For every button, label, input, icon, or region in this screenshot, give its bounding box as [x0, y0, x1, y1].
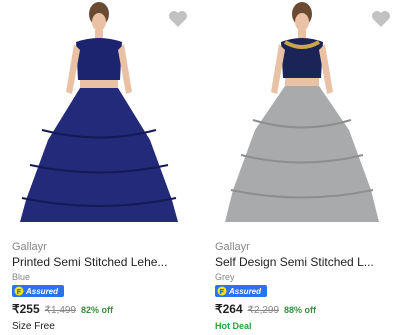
- size-info: Size Free: [12, 321, 55, 332]
- product-brand: Gallayr: [12, 241, 47, 253]
- price-row: ₹255 ₹1,499 82% off: [12, 302, 113, 316]
- product-card[interactable]: Gallayr Self Design Semi Stitched L... G…: [203, 0, 400, 335]
- product-variant: Blue: [12, 272, 31, 282]
- assured-badge: Assured: [215, 285, 267, 297]
- product-card[interactable]: Gallayr Printed Semi Stitched Lehe... Bl…: [0, 0, 200, 335]
- lehenga-blue-illustration: [20, 2, 178, 222]
- product-title[interactable]: Printed Semi Stitched Lehe...: [12, 255, 192, 269]
- lehenga-grey-illustration: [225, 2, 379, 222]
- product-image[interactable]: [203, 0, 400, 232]
- heart-icon[interactable]: [371, 10, 391, 28]
- selling-price: ₹255: [12, 302, 40, 316]
- assured-badge: Assured: [12, 285, 64, 297]
- product-grid: Gallayr Printed Semi Stitched Lehe... Bl…: [0, 0, 400, 335]
- discount-percent: 82% off: [81, 305, 114, 315]
- flipkart-assured-icon: [14, 286, 24, 296]
- product-variant: Grey: [215, 272, 235, 282]
- product-image[interactable]: [0, 0, 197, 232]
- original-price: ₹2,299: [247, 305, 280, 316]
- flipkart-assured-icon: [217, 286, 227, 296]
- discount-percent: 88% off: [284, 305, 317, 315]
- assured-label: Assured: [229, 286, 262, 296]
- original-price: ₹1,499: [44, 305, 77, 316]
- hot-deal-label: Hot Deal: [215, 321, 252, 331]
- product-brand: Gallayr: [215, 241, 250, 253]
- heart-icon[interactable]: [168, 10, 188, 28]
- assured-label: Assured: [26, 286, 59, 296]
- selling-price: ₹264: [215, 302, 243, 316]
- product-title[interactable]: Self Design Semi Stitched L...: [215, 255, 395, 269]
- price-row: ₹264 ₹2,299 88% off: [215, 302, 316, 316]
